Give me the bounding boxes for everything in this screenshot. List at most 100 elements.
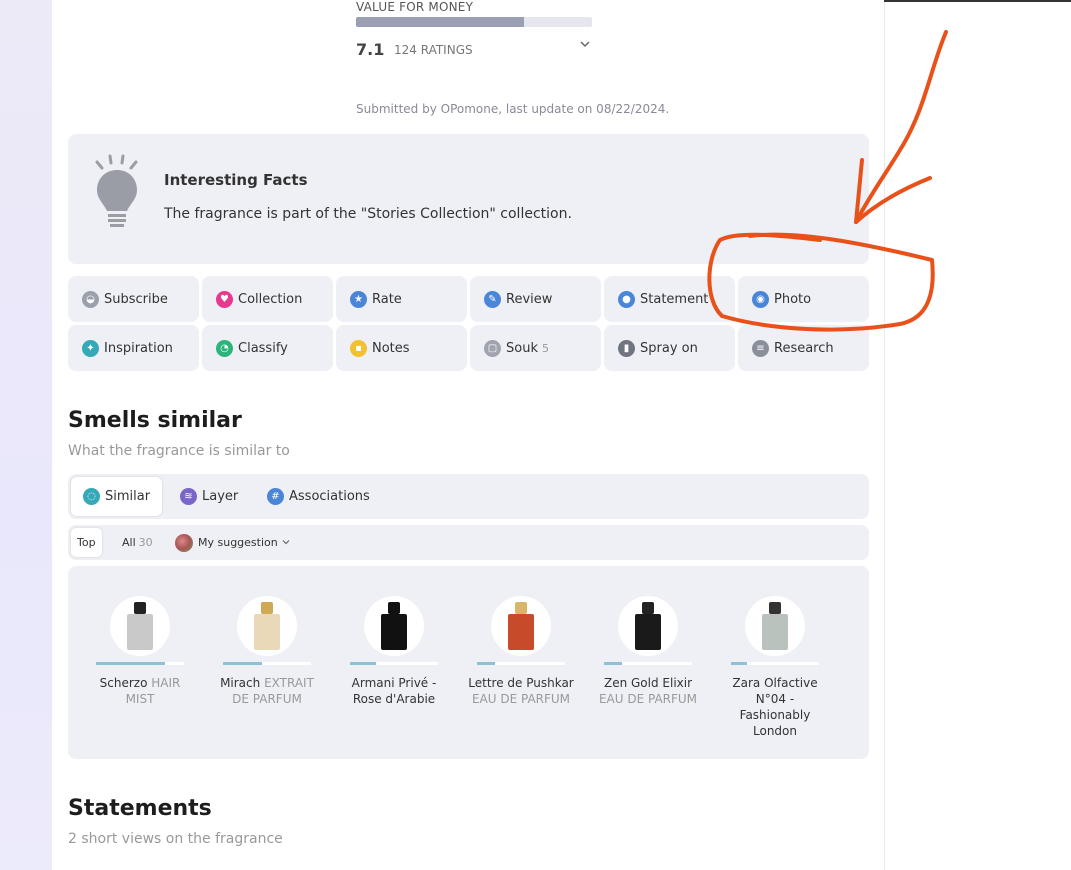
perfume-thumbnail bbox=[237, 596, 297, 656]
similar-perfume-item[interactable]: Zara Olfactive N°04 - Fashionably London bbox=[720, 596, 830, 739]
perfume-thumbnail bbox=[110, 596, 170, 656]
avatar bbox=[175, 533, 193, 552]
similarity-bar bbox=[604, 662, 692, 665]
value-for-money-ratings: 124 RATINGS bbox=[394, 43, 473, 57]
database-icon: ≡ bbox=[752, 339, 769, 357]
value-for-money-label: VALUE FOR MONEY bbox=[356, 0, 474, 14]
perfume-name-text: Lettre de Pushkar bbox=[468, 676, 574, 690]
similar-perfume-item[interactable]: Zen Gold Elixir EAU DE PARFUM bbox=[593, 596, 703, 707]
bottle-icon bbox=[381, 614, 407, 650]
microphone-icon: ● bbox=[618, 290, 635, 308]
action-photo-button[interactable]: ◉ Photo bbox=[738, 276, 869, 322]
interesting-facts-panel: Interesting Facts The fragrance is part … bbox=[68, 134, 869, 264]
bottle-cap-icon bbox=[261, 602, 273, 614]
similarity-bar bbox=[223, 662, 311, 665]
action-subscribe-button[interactable]: ◒ Subscribe bbox=[68, 276, 199, 322]
note-icon: ▪ bbox=[350, 339, 367, 357]
similarity-bar-fill bbox=[731, 662, 747, 665]
action-spray-on-button[interactable]: ▮ Spray on bbox=[604, 325, 735, 371]
perfume-name-text: Armani Privé - Rose d'Arabie bbox=[351, 676, 437, 706]
tab-similar-label: Similar bbox=[105, 489, 151, 504]
chevron-down-icon bbox=[282, 536, 290, 549]
chevron-down-icon[interactable] bbox=[579, 38, 591, 54]
tab-layer-label: Layer bbox=[202, 489, 239, 504]
star-icon: ★ bbox=[350, 290, 367, 308]
bottle-cap-icon bbox=[134, 602, 146, 614]
perfume-thumbnail bbox=[491, 596, 551, 656]
action-count: 5 bbox=[541, 341, 549, 355]
action-label: Spray on bbox=[640, 340, 698, 356]
action-label: Notes bbox=[372, 340, 410, 356]
tab-associations[interactable]: # Associations bbox=[255, 477, 382, 516]
smells-similar-subtitle: What the fragrance is similar to bbox=[68, 443, 290, 459]
bottle-cap-icon bbox=[642, 602, 654, 614]
action-label: Subscribe bbox=[104, 291, 168, 307]
action-rate-button[interactable]: ★ Rate bbox=[336, 276, 467, 322]
similarity-bar-fill bbox=[477, 662, 495, 665]
similar-filters: Top All 30 My suggestion bbox=[68, 525, 869, 560]
sparkle-icon: ✦ bbox=[82, 339, 99, 357]
similar-icon: ◌ bbox=[83, 488, 100, 505]
layers-icon: ≋ bbox=[180, 488, 197, 505]
bottle-cap-icon bbox=[515, 602, 527, 614]
action-review-button[interactable]: ✎ Review bbox=[470, 276, 601, 322]
bottle-cap-icon bbox=[388, 602, 400, 614]
filter-all[interactable]: All 30 bbox=[116, 528, 159, 557]
bottle-icon bbox=[127, 614, 153, 650]
submitted-info: Submitted by OPomone, last update on 08/… bbox=[356, 102, 670, 116]
perfume-name-text: Mirach bbox=[220, 676, 261, 690]
similarity-bar bbox=[350, 662, 438, 665]
action-label: Statement bbox=[640, 291, 709, 307]
smells-similar-title: Smells similar bbox=[68, 408, 242, 433]
similarity-bar bbox=[731, 662, 819, 665]
bottle-icon bbox=[254, 614, 280, 650]
pie-chart-icon: ◔ bbox=[216, 339, 233, 357]
facts-text: The fragrance is part of the "Stories Co… bbox=[164, 206, 572, 222]
similar-perfume-item[interactable]: Lettre de Pushkar EAU DE PARFUM bbox=[466, 596, 576, 707]
bottle-cap-icon bbox=[769, 602, 781, 614]
perfume-name-text: Zen Gold Elixir bbox=[603, 676, 693, 690]
action-research-button[interactable]: ≡ Research bbox=[738, 325, 869, 371]
similar-perfume-item[interactable]: Armani Privé - Rose d'Arabie bbox=[339, 596, 449, 707]
action-label: Collection bbox=[238, 291, 303, 307]
similar-perfume-item[interactable]: Mirach EXTRAIT DE PARFUM bbox=[212, 596, 322, 707]
left-background-strip bbox=[0, 0, 52, 870]
bag-icon: ▢ bbox=[484, 339, 501, 357]
tab-layer[interactable]: ≋ Layer bbox=[168, 477, 250, 516]
similarity-bar bbox=[477, 662, 565, 665]
perfume-name-text: Scherzo bbox=[99, 676, 148, 690]
action-label: Photo bbox=[774, 291, 812, 307]
tab-similar[interactable]: ◌ Similar bbox=[71, 477, 163, 516]
action-inspiration-button[interactable]: ✦ Inspiration bbox=[68, 325, 199, 371]
action-label: Classify bbox=[238, 340, 288, 356]
perfume-thumbnail bbox=[364, 596, 424, 656]
similar-perfume-item[interactable]: Scherzo HAIR MIST bbox=[85, 596, 195, 707]
spray-icon: ▮ bbox=[618, 339, 635, 357]
heart-icon: ♥ bbox=[216, 290, 233, 308]
perfume-name: Zen Gold Elixir EAU DE PARFUM bbox=[593, 675, 703, 707]
filter-my-suggestion[interactable]: My suggestion bbox=[169, 528, 296, 557]
lightbulb-icon bbox=[95, 154, 138, 227]
action-notes-button[interactable]: ▪ Notes bbox=[336, 325, 467, 371]
filter-top[interactable]: Top bbox=[71, 528, 102, 557]
perfume-name: Mirach EXTRAIT DE PARFUM bbox=[212, 675, 322, 707]
action-souk-button[interactable]: ▢ Souk 5 bbox=[470, 325, 601, 371]
value-for-money-bar bbox=[356, 17, 592, 27]
action-statement-button[interactable]: ● Statement bbox=[604, 276, 735, 322]
annotation-arrow-shaft bbox=[854, 30, 948, 224]
action-collection-button[interactable]: ♥ Collection bbox=[202, 276, 333, 322]
bottle-icon bbox=[508, 614, 534, 650]
perfume-name: Armani Privé - Rose d'Arabie bbox=[339, 675, 449, 707]
camera-icon: ◉ bbox=[752, 290, 769, 308]
value-for-money-bar-fill bbox=[356, 17, 524, 27]
perfume-thumbnail bbox=[745, 596, 805, 656]
bottle-icon bbox=[635, 614, 661, 650]
similar-tabs: ◌ Similar ≋ Layer # Associations bbox=[68, 474, 869, 519]
content-right-border bbox=[884, 0, 885, 870]
filter-top-label: Top bbox=[77, 536, 96, 549]
value-for-money-score: 7.1 bbox=[356, 40, 385, 59]
action-classify-button[interactable]: ◔ Classify bbox=[202, 325, 333, 371]
action-label: Review bbox=[506, 291, 553, 307]
similarity-bar-fill bbox=[350, 662, 377, 665]
similarity-bar-fill bbox=[604, 662, 622, 665]
